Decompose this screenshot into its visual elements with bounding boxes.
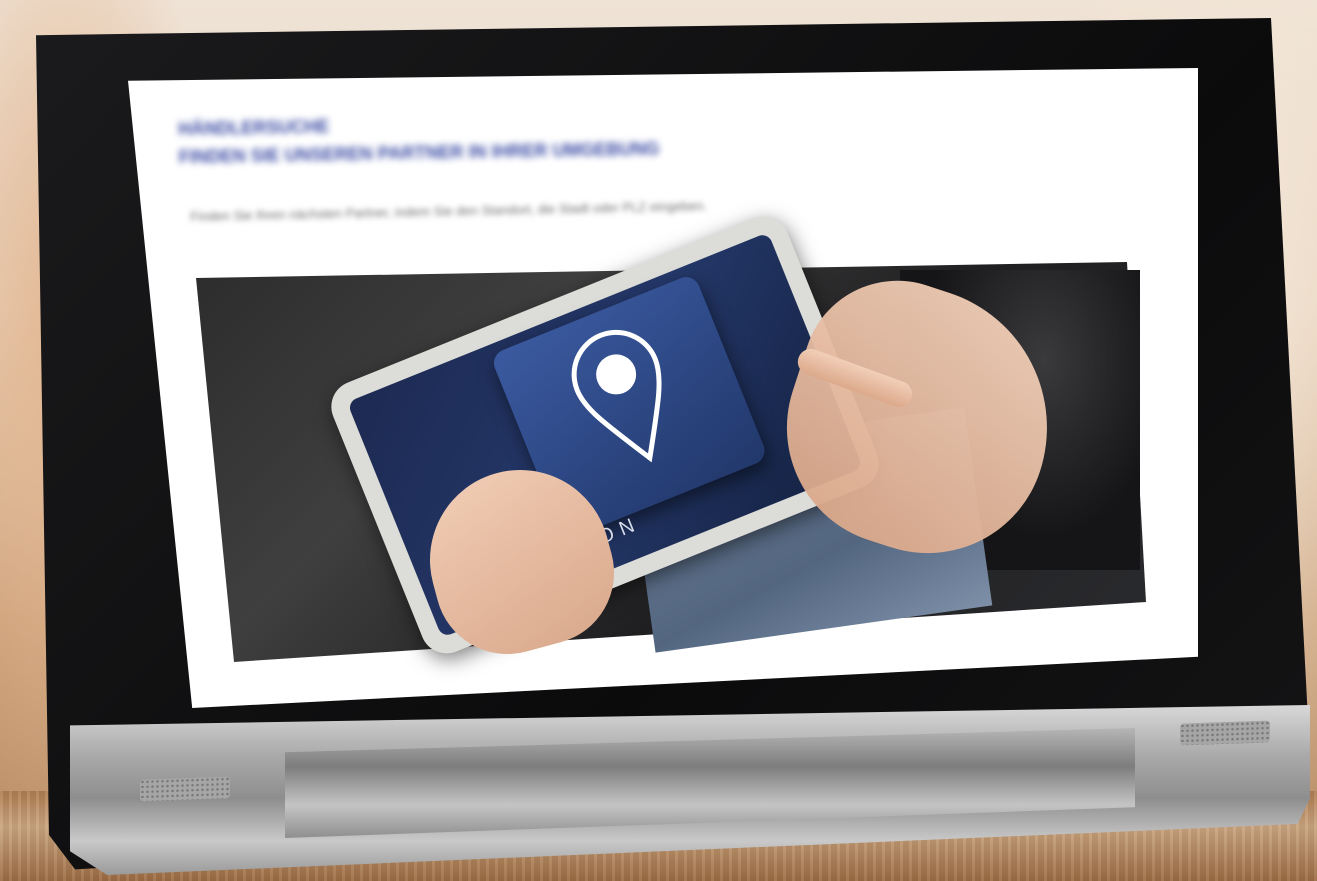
speaker-grille-left bbox=[140, 776, 230, 802]
location-pin-icon bbox=[571, 329, 662, 463]
speaker-grille-right bbox=[1180, 720, 1270, 746]
page-heading: HÄNDLERSUCHE FINDEN SIE UNSEREN PARTNER … bbox=[178, 105, 779, 171]
